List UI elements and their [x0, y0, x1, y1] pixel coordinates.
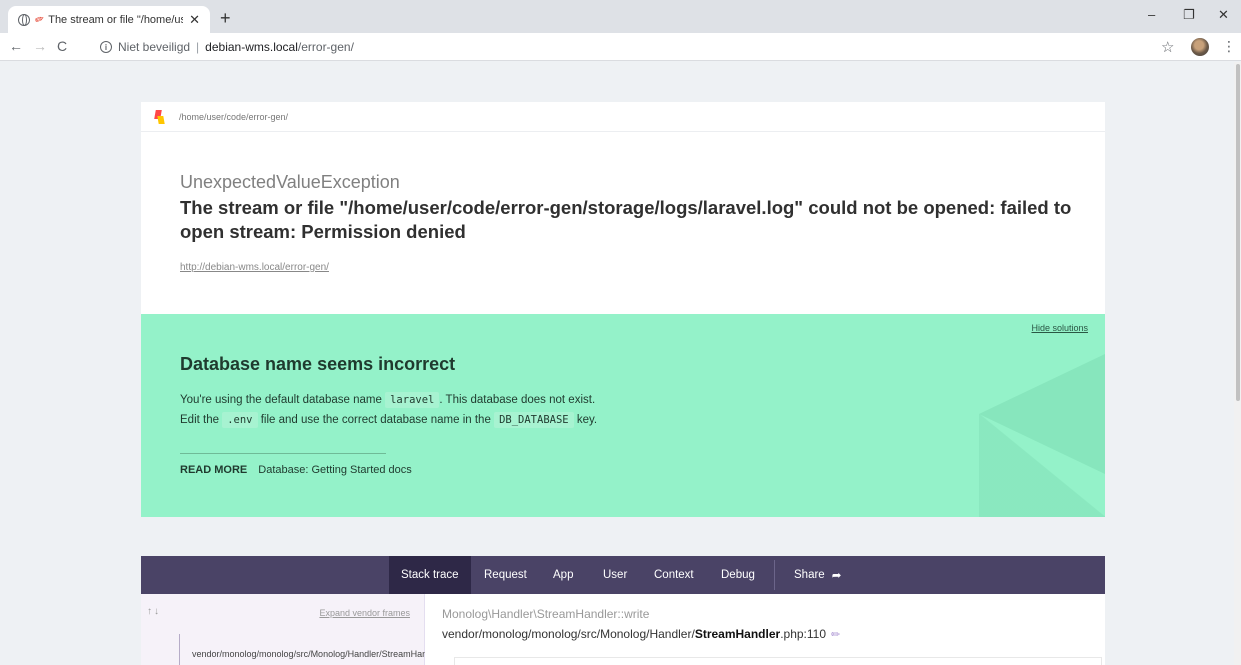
frame-file: vendor/monolog/monolog/src/Monolog/Handl…: [442, 627, 840, 641]
project-path: /home/user/code/error-gen/: [179, 111, 289, 122]
decorative-shape: [979, 414, 1105, 517]
file-prefix: vendor/monolog/monolog/src/Monolog/Handl…: [442, 627, 695, 641]
tab-debug[interactable]: Debug: [709, 556, 767, 594]
tab-request[interactable]: Request: [472, 556, 539, 594]
exception-class: UnexpectedValueException: [180, 172, 400, 192]
share-label: Share: [794, 569, 825, 581]
minimize-button[interactable]: –: [1148, 7, 1155, 22]
expand-vendor-frames-link[interactable]: Expand vendor frames: [319, 608, 410, 618]
card-header: /home/user/code/error-gen/: [141, 102, 1105, 132]
address-bar[interactable]: i Niet beveiligd | debian-wms.local/erro…: [92, 36, 1152, 58]
tab-user[interactable]: User: [591, 556, 639, 594]
close-window-button[interactable]: ✕: [1218, 7, 1229, 23]
divider: [180, 453, 386, 454]
scrollbar-thumb[interactable]: [1236, 64, 1240, 401]
url-path: /error-gen/: [297, 40, 354, 54]
tab-stack-trace[interactable]: Stack trace: [389, 556, 471, 594]
tab-context[interactable]: Context: [642, 556, 706, 594]
file-suffix: .php:110: [780, 627, 827, 641]
text: file and use the correct database name i…: [260, 414, 491, 426]
code-db-database: DB_DATABASE: [494, 412, 574, 428]
docs-link[interactable]: Database: Getting Started docs: [258, 464, 411, 476]
restore-button[interactable]: ❐: [1183, 7, 1195, 23]
text: . This database does not exist.: [439, 394, 596, 406]
stack-frames-sidebar: ↑↓ Expand vendor frames vendor/monolog/m…: [141, 594, 459, 665]
tab-strip: ✏ The stream or file "/home/us ✕ + – ❐ ✕: [0, 0, 1241, 33]
reload-icon[interactable]: C: [57, 38, 67, 54]
share-button[interactable]: Share ➦: [782, 556, 853, 594]
share-icon: ➦: [831, 570, 842, 582]
stack-nav-bar: Stack trace Request App User Context Deb…: [141, 556, 1105, 594]
exception-message: The stream or file "/home/user/code/erro…: [180, 197, 1072, 242]
exception-card: /home/user/code/error-gen/ UnexpectedVal…: [141, 102, 1105, 314]
read-more: READ MORE Database: Getting Started docs: [180, 464, 412, 476]
request-url-link[interactable]: http://debian-wms.local/error-gen/: [180, 262, 329, 273]
solution-line-2: Edit the .env file and use the correct d…: [180, 410, 597, 430]
code-snippet: [454, 657, 1102, 665]
profile-avatar[interactable]: [1191, 38, 1209, 56]
stack-frame-detail: Monolog\Handler\StreamHandler::write ven…: [425, 594, 1105, 665]
url-host: debian-wms.local: [205, 40, 298, 54]
back-arrow-icon[interactable]: ←: [9, 38, 23, 54]
hide-solutions-link[interactable]: Hide solutions: [1031, 323, 1088, 333]
solution-description: You're using the default database name l…: [180, 390, 597, 430]
forward-arrow-icon[interactable]: →: [33, 38, 47, 54]
text: You're using the default database name: [180, 394, 382, 406]
menu-kebab-icon[interactable]: ⋮: [1222, 38, 1236, 55]
pencil-favicon-icon: ✏: [33, 12, 47, 28]
code-env: .env: [222, 412, 258, 428]
edit-pencil-icon[interactable]: ✏: [831, 629, 840, 641]
solution-panel: Hide solutions Database name seems incor…: [141, 314, 1105, 517]
browser-toolbar: ← → C i Niet beveiligd | debian-wms.loca…: [0, 33, 1241, 61]
tab-title: The stream or file "/home/us: [48, 13, 184, 26]
ignition-logo-icon: [154, 109, 165, 124]
close-tab-icon[interactable]: ✕: [189, 12, 200, 28]
tab-app[interactable]: App: [541, 556, 585, 594]
stack-frame-item[interactable]: vendor/monolog/monolog/src/Monolog/Handl…: [179, 634, 459, 665]
globe-icon: [18, 13, 30, 26]
info-icon[interactable]: i: [100, 41, 112, 53]
solution-title: Database name seems incorrect: [180, 354, 456, 374]
code-laravel: laravel: [385, 392, 440, 408]
security-label: Niet beveiligd: [118, 40, 191, 54]
read-more-label: READ MORE: [180, 464, 248, 476]
frame-class: Monolog\Handler\StreamHandler::write: [442, 607, 650, 621]
arrow-up-down-icon[interactable]: ↑↓: [147, 606, 161, 617]
bookmark-star-icon[interactable]: ☆: [1161, 38, 1174, 56]
new-tab-button[interactable]: +: [220, 8, 231, 29]
solution-line-1: You're using the default database name l…: [180, 390, 597, 410]
text: Edit the: [180, 414, 219, 426]
file-name: StreamHandler: [694, 627, 781, 641]
nav-divider: [774, 560, 775, 590]
browser-tab[interactable]: ✏ The stream or file "/home/us ✕: [8, 6, 210, 33]
text: key.: [576, 414, 598, 426]
url-separator: |: [196, 40, 200, 54]
